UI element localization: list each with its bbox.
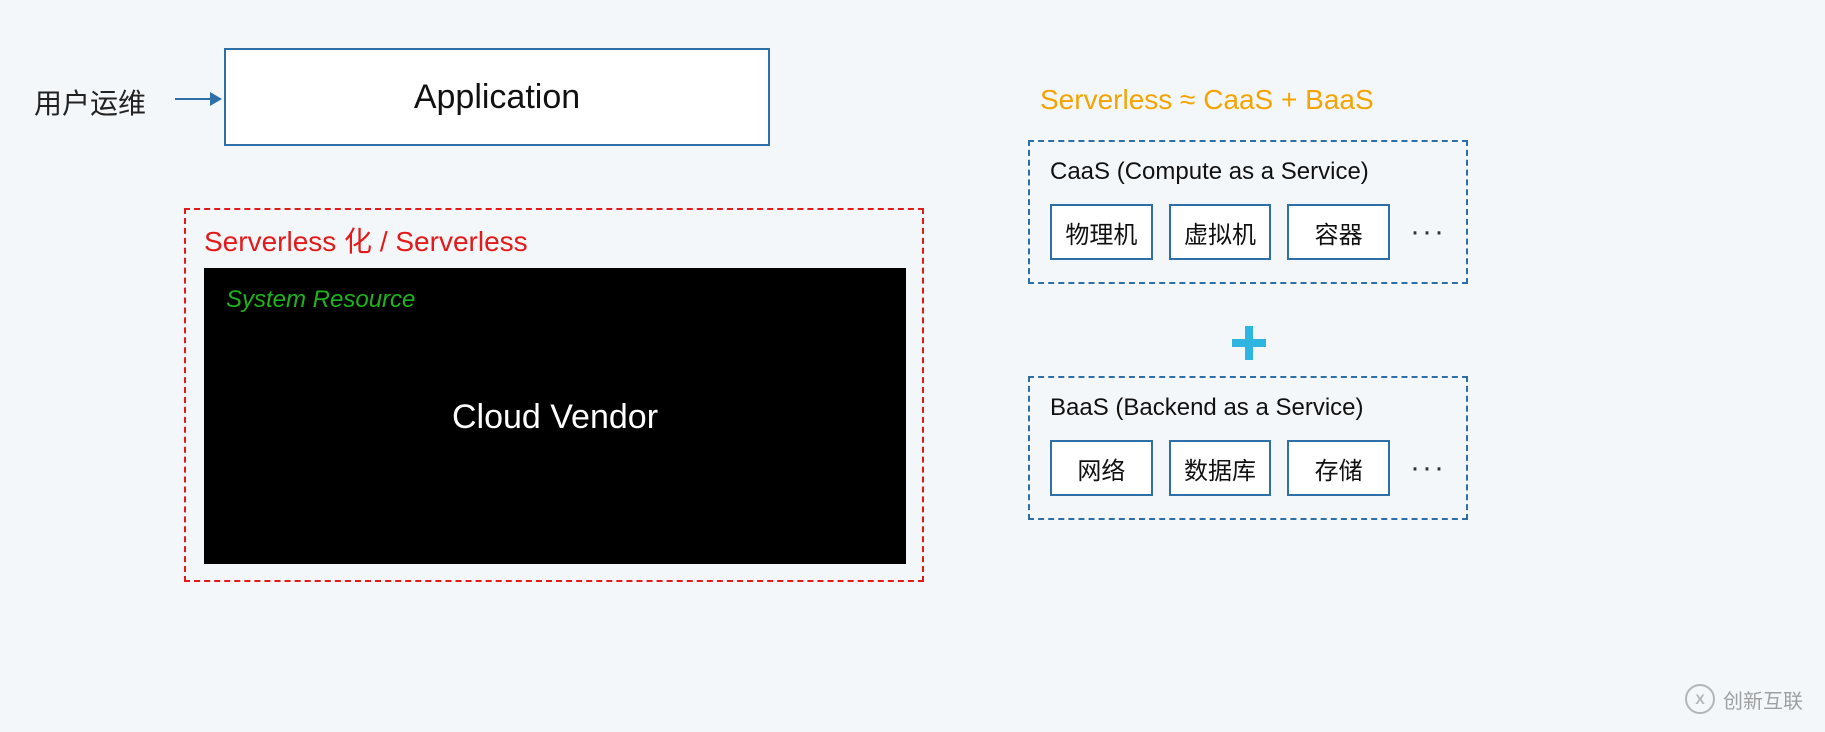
watermark-logo-icon: X — [1685, 684, 1715, 714]
baas-title: BaaS (Backend as a Service) — [1050, 394, 1446, 422]
caas-items-row: 物理机 虚拟机 容器 ··· — [1050, 204, 1446, 260]
application-box: Application — [224, 48, 770, 146]
caas-item: 物理机 — [1050, 204, 1153, 260]
caas-box: CaaS (Compute as a Service) 物理机 虚拟机 容器 ·… — [1028, 140, 1468, 284]
watermark: X 创新互联 — [1685, 684, 1803, 714]
system-resource-label: System Resource — [226, 286, 884, 314]
baas-item: 网络 — [1050, 440, 1153, 496]
cloud-vendor-label: Cloud Vendor — [204, 398, 906, 437]
baas-box: BaaS (Backend as a Service) 网络 数据库 存储 ··… — [1028, 376, 1468, 520]
serverless-title: Serverless 化 / Serverless — [204, 220, 904, 260]
user-ops-label: 用户运维 — [34, 82, 146, 122]
baas-item: 存储 — [1287, 440, 1390, 496]
caas-title: CaaS (Compute as a Service) — [1050, 158, 1446, 186]
caas-item: 容器 — [1287, 204, 1390, 260]
plus-icon — [1232, 326, 1266, 360]
serverless-formula: Serverless ≈ CaaS + BaaS — [1040, 84, 1374, 116]
baas-item: 数据库 — [1169, 440, 1272, 496]
cloud-vendor-box: System Resource Cloud Vendor — [204, 268, 906, 564]
ellipsis-icon: ··· — [1406, 215, 1446, 249]
ellipsis-icon: ··· — [1406, 451, 1446, 485]
application-label: Application — [414, 78, 580, 117]
watermark-text: 创新互联 — [1723, 685, 1803, 714]
serverless-container: Serverless 化 / Serverless System Resourc… — [184, 208, 924, 582]
baas-items-row: 网络 数据库 存储 ··· — [1050, 440, 1446, 496]
caas-item: 虚拟机 — [1169, 204, 1272, 260]
arrow-icon — [175, 98, 220, 100]
